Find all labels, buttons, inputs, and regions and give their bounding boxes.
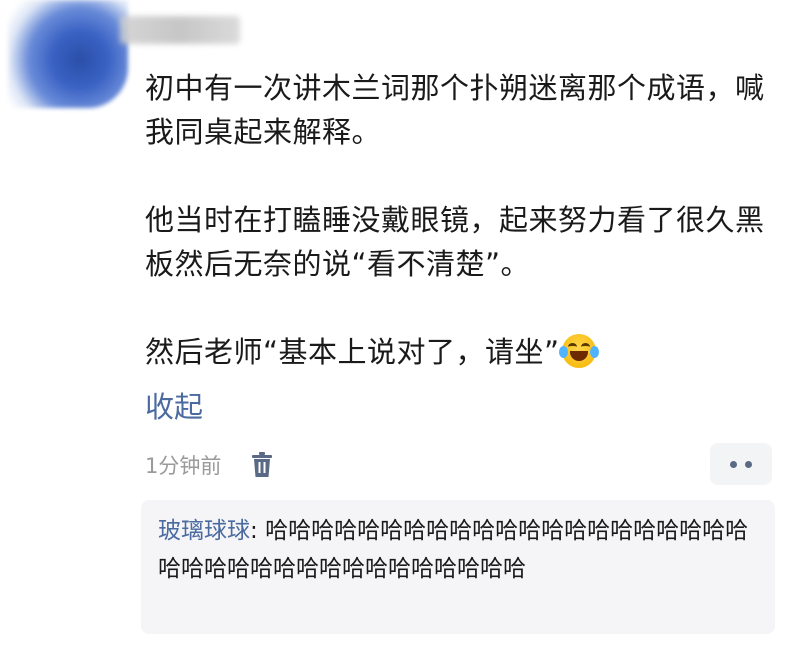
comment-meta: 1分钟前 (145, 450, 273, 480)
comment-paragraph-3: 然后老师“基本上说对了，请坐” (145, 330, 785, 374)
timestamp: 1分钟前 (145, 454, 222, 478)
collapse-button[interactable]: 收起 (145, 384, 203, 426)
trash-icon[interactable] (251, 452, 273, 478)
more-options-button[interactable] (710, 443, 772, 485)
username-blurred[interactable] (120, 16, 240, 44)
comment-paragraph-1: 初中有一次讲木兰词那个扑朔迷离那个成语，喊我同桌起来解释。 (145, 71, 765, 149)
reply-box[interactable]: 玻璃球球: 哈哈哈哈哈哈哈哈哈哈哈哈哈哈哈哈哈哈哈哈哈哈哈哈哈哈哈哈哈哈哈哈哈哈… (141, 500, 775, 634)
reply-separator: : (250, 518, 266, 544)
tears-of-joy-emoji (558, 334, 599, 368)
more-dot-icon (730, 460, 737, 468)
avatar[interactable] (8, 0, 128, 108)
comment-body: 初中有一次讲木兰词那个扑朔迷离那个成语，喊我同桌起来解释。 他当时在打瞌睡没戴眼… (145, 66, 785, 374)
comment-paragraph-2: 他当时在打瞌睡没戴眼镜，起来努力看了很久黑板然后无奈的说“看不清楚”。 (145, 203, 765, 281)
more-dot-icon (745, 460, 752, 468)
reply-username[interactable]: 玻璃球球 (158, 518, 250, 544)
comment-paragraph-3-text: 然后老师“基本上说对了，请坐” (145, 335, 560, 369)
